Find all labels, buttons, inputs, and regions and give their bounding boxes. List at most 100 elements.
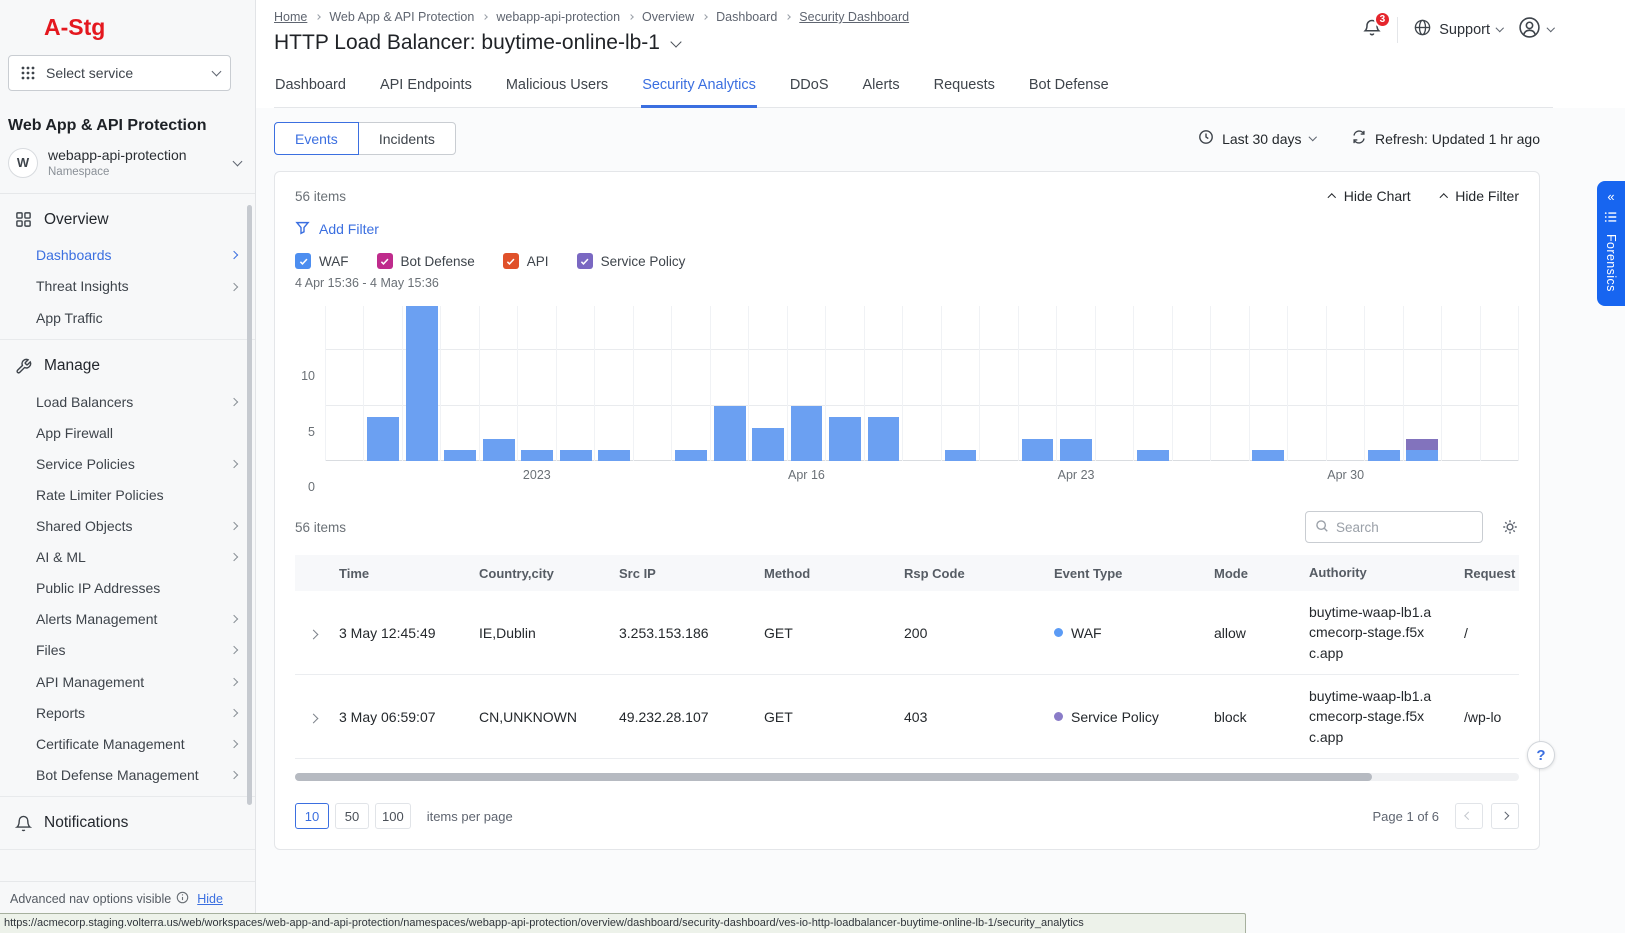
sidebar-item-public-ip-addresses[interactable]: Public IP Addresses <box>0 573 255 604</box>
sidebar-scrollbar[interactable] <box>247 205 252 805</box>
breadcrumb-item-home[interactable]: Home <box>274 10 307 24</box>
chevron-right-icon <box>230 646 238 654</box>
account-menu[interactable] <box>1518 16 1554 43</box>
tab-api-endpoints[interactable]: API Endpoints <box>379 68 473 108</box>
hide-filter-button[interactable]: Hide Filter <box>1441 188 1519 204</box>
support-menu[interactable]: Support <box>1413 18 1502 41</box>
filter-checkbox-api[interactable]: API <box>503 253 549 269</box>
table-settings-gear-icon[interactable] <box>1501 518 1519 536</box>
title-chevron-icon[interactable] <box>670 36 681 47</box>
tab-alerts[interactable]: Alerts <box>862 68 901 108</box>
sidebar-item-api-management[interactable]: API Management <box>0 666 255 697</box>
chevron-right-icon <box>230 397 238 405</box>
table-row[interactable]: 3 May 06:59:07 CN,UNKNOWN 49.232.28.107 … <box>295 675 1519 759</box>
search-box[interactable] <box>1305 511 1483 543</box>
sidebar-item-service-policies[interactable]: Service Policies <box>0 448 255 479</box>
filter-checkbox-service-policy[interactable]: Service Policy <box>577 253 686 269</box>
tab-bot-defense[interactable]: Bot Defense <box>1028 68 1110 108</box>
tab-security-analytics[interactable]: Security Analytics <box>641 68 757 108</box>
namespace-selector[interactable]: W webapp-api-protection Namespace <box>0 147 255 193</box>
sidebar-item-ai-ml[interactable]: AI & ML <box>0 542 255 573</box>
header-controls: 3 Support <box>1362 16 1553 43</box>
event-type-dot <box>1054 628 1063 637</box>
page-header: Home Web App & API Protection webapp-api-p… <box>256 0 1625 108</box>
app-root: A-Stg Select service Web App & API Prote… <box>0 0 1625 933</box>
breadcrumb-item-webapp-api-protection[interactable]: webapp-api-protection <box>496 10 620 24</box>
user-icon <box>1518 16 1541 43</box>
tab-ddos[interactable]: DDoS <box>789 68 830 108</box>
notifications-bell-button[interactable]: 3 <box>1362 18 1382 41</box>
bar-waf <box>560 450 592 461</box>
bar-waf <box>483 439 515 461</box>
bell-icon <box>14 815 32 832</box>
refresh-button[interactable]: Refresh: Updated 1 hr ago <box>1351 129 1540 148</box>
sidebar-item-certificate-management[interactable]: Certificate Management <box>0 728 255 759</box>
breadcrumb: Home Web App & API Protection webapp-api-p… <box>274 10 1553 24</box>
expand-row-icon[interactable] <box>309 629 319 639</box>
tab-requests[interactable]: Requests <box>933 68 996 108</box>
hide-nav-link[interactable]: Hide <box>197 892 223 906</box>
service-selector[interactable]: Select service <box>8 55 231 91</box>
search-icon <box>1315 519 1329 536</box>
incidents-toggle-button[interactable]: Incidents <box>358 122 456 155</box>
sidebar-section-manage[interactable]: Manage <box>0 346 255 386</box>
prev-page-button[interactable] <box>1455 803 1483 829</box>
bar-waf <box>752 428 784 461</box>
divider <box>1397 17 1398 43</box>
chevron-down-icon <box>212 67 222 77</box>
sidebar-item-rate-limiter-policies[interactable]: Rate Limiter Policies <box>0 479 255 510</box>
sidebar-item-shared-objects[interactable]: Shared Objects <box>0 511 255 542</box>
page-size-100-button[interactable]: 100 <box>375 803 411 829</box>
time-range-selector[interactable]: Last 30 days <box>1198 129 1315 148</box>
breadcrumb-item-security-dashboard[interactable]: Security Dashboard <box>799 10 909 24</box>
chevron-right-icon <box>230 282 238 290</box>
filter-checkbox-waf[interactable]: WAF <box>295 253 349 269</box>
sidebar-item-app-firewall[interactable]: App Firewall <box>0 417 255 448</box>
sidebar-item-reports[interactable]: Reports <box>0 697 255 728</box>
workspace-title: Web App & API Protection <box>0 91 255 147</box>
add-filter-button[interactable]: Add Filter <box>295 220 379 238</box>
sidebar-item-threat-insights[interactable]: Threat Insights <box>0 271 255 302</box>
search-input[interactable] <box>1336 520 1473 535</box>
time-range-label: Last 30 days <box>1222 131 1301 147</box>
sidebar-item-files[interactable]: Files <box>0 635 255 666</box>
page-size-10-button[interactable]: 10 <box>295 803 329 829</box>
chevron-right-icon <box>230 553 238 561</box>
chevron-right-icon <box>230 677 238 685</box>
table-horizontal-scrollbar[interactable] <box>295 773 1519 781</box>
x-tick-label: Apr 23 <box>1058 468 1095 482</box>
sidebar-item-load-balancers[interactable]: Load Balancers <box>0 386 255 417</box>
tab-malicious-users[interactable]: Malicious Users <box>505 68 609 108</box>
expand-row-icon[interactable] <box>309 713 319 723</box>
breadcrumb-item-dashboard[interactable]: Dashboard <box>716 10 777 24</box>
chevron-down-icon <box>233 156 243 166</box>
sidebar-item-app-traffic[interactable]: App Traffic <box>0 302 255 333</box>
sidebar-section-notifications[interactable]: Notifications <box>0 803 255 843</box>
sidebar-item-dashboards[interactable]: Dashboards <box>0 240 255 271</box>
scrollbar-thumb[interactable] <box>295 773 1372 781</box>
page-size-50-button[interactable]: 50 <box>335 803 369 829</box>
support-label: Support <box>1439 22 1490 38</box>
next-page-button[interactable] <box>1491 803 1519 829</box>
table-row[interactable]: 3 May 12:45:49 IE,Dublin 3.253.153.186 G… <box>295 591 1519 675</box>
breadcrumb-separator-icon <box>316 14 322 20</box>
breadcrumb-item-web-app-api-protection[interactable]: Web App & API Protection <box>329 10 474 24</box>
sidebar-item-alerts-management[interactable]: Alerts Management <box>0 604 255 635</box>
page-info: Page 1 of 6 <box>1373 809 1440 824</box>
clock-icon <box>1198 129 1214 148</box>
help-button[interactable]: ? <box>1527 741 1555 769</box>
hide-chart-button[interactable]: Hide Chart <box>1329 188 1410 204</box>
x-tick-label: Apr 16 <box>788 468 825 482</box>
bar-waf <box>829 417 861 461</box>
filter-checkbox-bot-defense[interactable]: Bot Defense <box>377 253 475 269</box>
breadcrumb-item-overview[interactable]: Overview <box>642 10 694 24</box>
events-toggle-button[interactable]: Events <box>274 122 359 155</box>
namespace-label: Namespace <box>48 165 187 179</box>
sidebar-item-bot-defense-management[interactable]: Bot Defense Management <box>0 759 255 790</box>
tab-dashboard[interactable]: Dashboard <box>274 68 347 108</box>
chevron-right-icon <box>1501 812 1509 820</box>
sidebar-section-overview[interactable]: Overview <box>0 200 255 240</box>
chevron-right-icon <box>230 708 238 716</box>
forensics-panel-tab[interactable]: « Forensics <box>1597 181 1625 306</box>
refresh-label: Refresh: Updated 1 hr ago <box>1375 131 1540 147</box>
